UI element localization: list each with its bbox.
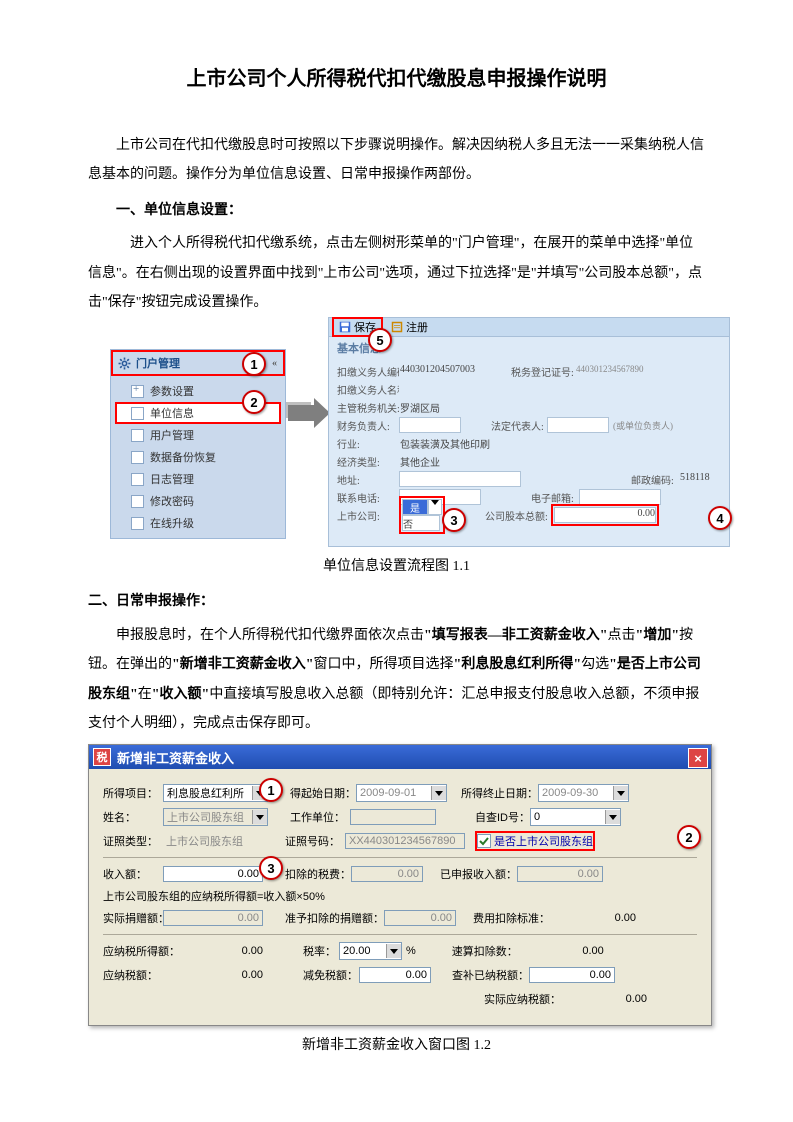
actual-tax-payable: 0.00	[561, 993, 647, 1005]
econ-type: 其他企业	[399, 453, 461, 469]
dialog-titlebar: 税 新增非工资薪金收入 ×	[89, 745, 711, 769]
start-date-select[interactable]: 2009-09-01	[356, 784, 447, 802]
app-icon: 税	[93, 748, 111, 766]
work-unit	[350, 809, 436, 825]
shareholder-label: 是否上市公司股东组	[494, 833, 593, 849]
section1-body: 进入个人所得税代扣代缴系统，点击左侧树形菜单的"门户管理"，在展开的菜单中选择"…	[88, 229, 705, 317]
tax-reg-no: 440301234567890	[575, 363, 667, 379]
tax-payable: 0.00	[187, 969, 263, 981]
payer-code: 440301204507003	[399, 363, 493, 379]
legal-rep-input[interactable]	[547, 417, 609, 433]
income-amount-input[interactable]: 0.00	[163, 866, 263, 882]
arrow-icon	[288, 405, 314, 421]
dialog-title: 新增非工资薪金收入	[117, 748, 234, 767]
supplementary-paid[interactable]: 0.00	[529, 967, 615, 983]
figure-1: 门户管理 « 参数设置 单位信息 用户管理 数据备份恢复 日志管理 修改密码 在…	[110, 317, 730, 547]
section2-body: 申报股息时，在个人所得税代扣代缴界面依次点击"填写报表—非工资薪金收入"点击"增…	[88, 621, 705, 739]
formula-note: 上市公司股东组的应纳税所得额=收入额×50%	[103, 888, 697, 904]
figure2-caption: 新增非工资薪金收入窗口图 1.2	[88, 1034, 705, 1054]
main-pane: 保存 注册 基本信息 扣缴义务人编码:440301204507003 税务登记证…	[328, 317, 730, 547]
intro-paragraph: 上市公司在代扣代缴股息时可按照以下步骤说明操作。解决因纳税人多且无法一一采集纳税…	[88, 131, 705, 190]
tax-rate-select[interactable]: 20.00	[339, 942, 402, 960]
listed-dropdown[interactable]	[428, 499, 442, 515]
figure-2: 税 新增非工资薪金收入 × 所得项目： 利息股息红利所 得起始日期： 2009-…	[88, 744, 712, 1026]
cfo-input[interactable]	[399, 417, 461, 433]
reported-income: 0.00	[517, 866, 603, 882]
actual-donation: 0.00	[163, 910, 263, 926]
name-select: 上市公司股东组	[163, 808, 268, 826]
industry: 包装装潢及其他印刷	[399, 435, 511, 451]
listed-no[interactable]: 否	[402, 515, 440, 531]
figure1-caption: 单位信息设置流程图 1.1	[88, 555, 705, 575]
share-capital-input[interactable]: 0.00	[554, 507, 656, 523]
tax-reduction-input[interactable]: 0.00	[359, 967, 431, 983]
allowed-donation: 0.00	[384, 910, 456, 926]
sidebar-item-logs[interactable]: 日志管理	[115, 468, 281, 490]
expense-standard: 0.00	[550, 912, 636, 924]
postcode: 518118	[679, 471, 721, 487]
selfcheck-id[interactable]: 0	[530, 808, 621, 826]
sidebar-item-password[interactable]: 修改密码	[115, 490, 281, 512]
marker-d2: 2	[677, 825, 701, 849]
check-icon	[479, 836, 489, 846]
sidebar-item-users[interactable]: 用户管理	[115, 424, 281, 446]
deducted-tax: 0.00	[351, 866, 423, 882]
page-title: 上市公司个人所得税代扣代缴股息申报操作说明	[88, 62, 705, 91]
payer-name	[399, 381, 493, 397]
register-button[interactable]: 注册	[387, 319, 432, 335]
listed-yes[interactable]: 是	[402, 499, 428, 515]
email-input[interactable]	[579, 489, 661, 505]
sidebar-title: 门户管理	[136, 355, 180, 371]
income-type-select[interactable]: 利息股息红利所	[163, 784, 268, 802]
close-button[interactable]: ×	[688, 748, 708, 768]
section1-heading: 一、单位信息设置：	[88, 196, 705, 225]
save-icon	[339, 321, 351, 333]
quick-deduction: 0.00	[518, 945, 604, 957]
id-type: 上市公司股东组	[163, 833, 263, 849]
end-date-select[interactable]: 2009-09-30	[538, 784, 629, 802]
shareholder-checkbox[interactable]	[477, 834, 491, 848]
taxable-income: 0.00	[187, 945, 263, 957]
gear-icon	[118, 357, 131, 370]
id-number: XX440301234567890	[345, 833, 465, 849]
address-input[interactable]	[399, 471, 521, 487]
sidebar-item-backup[interactable]: 数据备份恢复	[115, 446, 281, 468]
section2-heading: 二、日常申报操作：	[88, 587, 705, 616]
sidebar-panel: 门户管理 « 参数设置 单位信息 用户管理 数据备份恢复 日志管理 修改密码 在…	[110, 349, 286, 539]
tax-authority: 罗湖区局	[399, 399, 461, 415]
sidebar-item-upgrade[interactable]: 在线升级	[115, 512, 281, 534]
chevron-collapse-icon[interactable]: «	[272, 358, 277, 369]
register-icon	[391, 321, 403, 333]
